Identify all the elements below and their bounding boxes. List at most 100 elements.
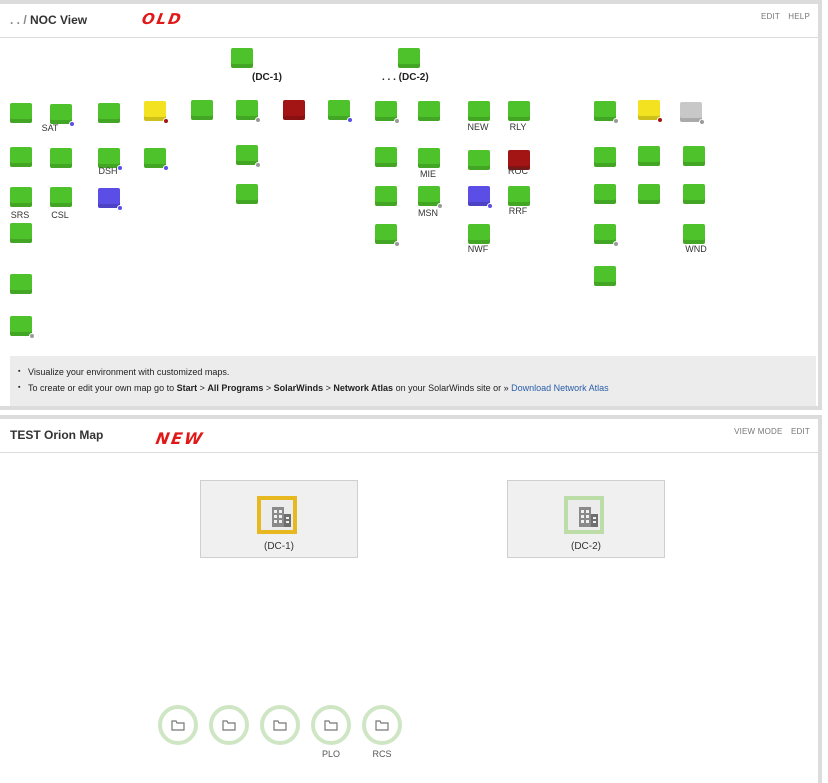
node-label: RLY (509, 122, 527, 132)
panel-actions: VIEW MODE EDIT (728, 427, 810, 436)
network-node-icon[interactable] (50, 148, 72, 168)
network-node-icon[interactable] (468, 224, 490, 244)
orion-map-header: TEST Orion Map VIEW MODE EDIT (0, 419, 818, 453)
network-node-icon[interactable] (10, 223, 32, 243)
network-node-icon[interactable] (683, 184, 705, 204)
info-box: Visualize your environment with customiz… (10, 356, 816, 406)
network-node-icon[interactable] (683, 224, 705, 244)
network-node-icon[interactable] (236, 145, 261, 168)
network-node-icon[interactable] (418, 186, 443, 209)
building-icon (257, 496, 297, 534)
group-node[interactable] (158, 705, 198, 745)
network-node-icon[interactable] (594, 184, 616, 204)
dc-label: (DC-1) (252, 72, 282, 83)
network-node-icon[interactable] (236, 184, 258, 204)
network-node-icon[interactable] (594, 101, 619, 124)
help-link[interactable]: HELP (788, 12, 810, 21)
folder-icon (222, 720, 236, 731)
status-dot (394, 241, 400, 247)
network-node-icon[interactable] (10, 274, 32, 294)
network-node-icon[interactable] (594, 266, 616, 286)
group-node[interactable] (209, 705, 249, 745)
group-label: PLO (321, 749, 340, 759)
network-node-icon[interactable] (638, 100, 663, 123)
network-node-icon[interactable] (594, 224, 619, 247)
network-node-icon[interactable] (10, 147, 32, 167)
network-node-icon[interactable] (98, 188, 123, 211)
status-dot (613, 118, 619, 124)
status-dot (163, 118, 169, 124)
node-label: SAT (41, 123, 59, 133)
network-node-icon[interactable] (10, 316, 35, 339)
network-node-icon[interactable] (191, 100, 213, 120)
network-node-icon[interactable] (508, 101, 530, 121)
network-node-icon[interactable] (418, 148, 440, 168)
dc1-label: (DC-1) (264, 541, 294, 552)
group-node[interactable] (362, 705, 402, 745)
node-label: CSL (51, 210, 69, 220)
network-node-icon[interactable] (680, 102, 705, 125)
download-network-atlas-link[interactable]: Download Network Atlas (511, 383, 609, 393)
noc-view-header: . . / NOC View EDIT HELP (0, 4, 818, 38)
status-dot (699, 119, 705, 125)
network-node-icon[interactable] (231, 48, 253, 68)
network-node-icon[interactable] (50, 104, 75, 127)
status-dot (117, 205, 123, 211)
network-node-icon[interactable] (144, 148, 169, 171)
node-label: SRS (10, 210, 30, 220)
folder-icon (273, 720, 287, 731)
network-node-icon[interactable] (10, 103, 32, 123)
network-node-icon[interactable] (683, 146, 705, 166)
network-node-icon[interactable] (468, 150, 490, 170)
orion-map-panel: TEST Orion Map VIEW MODE EDIT NEW (DC-1) (0, 415, 822, 783)
status-dot (255, 162, 261, 168)
status-dot (29, 333, 35, 339)
node-label: WND (685, 244, 707, 254)
network-node-icon[interactable] (98, 103, 120, 123)
dc-label: . . . (DC-2) (382, 72, 429, 83)
network-node-icon[interactable] (638, 184, 660, 204)
network-node-icon[interactable] (638, 146, 660, 166)
network-node-icon[interactable] (418, 101, 440, 121)
network-node-icon[interactable] (10, 187, 32, 207)
network-node-icon[interactable] (375, 147, 397, 167)
status-dot (163, 165, 169, 171)
folder-icon (324, 720, 338, 731)
node-label: NEW (467, 122, 489, 132)
edit-link[interactable]: EDIT (791, 427, 810, 436)
network-node-icon[interactable] (98, 148, 123, 171)
panel-actions: EDIT HELP (755, 12, 810, 21)
node-label: NWF (467, 244, 489, 254)
panel-title: . . / NOC View (10, 13, 88, 27)
folder-icon (375, 720, 389, 731)
network-node-icon[interactable] (508, 186, 530, 206)
network-node-icon[interactable] (375, 101, 400, 124)
dc1-map-node[interactable]: (DC-1) (200, 480, 358, 558)
handwritten-annotation-new: NEW (154, 429, 206, 448)
network-node-icon[interactable] (375, 224, 400, 247)
network-node-icon[interactable] (236, 100, 261, 123)
group-label: RCS (372, 749, 392, 759)
group-node[interactable] (260, 705, 300, 745)
status-dot (487, 203, 493, 209)
dc2-map-node[interactable]: (DC-2) (507, 480, 665, 558)
network-node-icon[interactable] (594, 147, 616, 167)
network-node-icon[interactable] (144, 101, 169, 124)
noc-view-panel: . . / NOC View EDIT HELP OLD (DC-1) . . .… (0, 0, 822, 410)
network-node-icon[interactable] (50, 187, 72, 207)
network-node-icon[interactable] (328, 100, 353, 123)
network-node-icon[interactable] (375, 186, 397, 206)
node-label: ROC (508, 166, 528, 176)
redacted-title-prefix: . . / (10, 13, 27, 27)
handwritten-annotation-old: OLD (140, 10, 185, 28)
status-dot (347, 117, 353, 123)
network-node-icon[interactable] (283, 100, 305, 120)
info-line-2: To create or edit your own map go to Sta… (18, 380, 816, 396)
view-mode-link[interactable]: VIEW MODE (734, 427, 782, 436)
edit-link[interactable]: EDIT (761, 12, 780, 21)
network-node-icon[interactable] (468, 186, 493, 209)
network-node-icon[interactable] (468, 101, 490, 121)
group-node[interactable] (311, 705, 351, 745)
network-node-icon[interactable] (398, 48, 420, 68)
node-label: MSN (418, 208, 438, 218)
